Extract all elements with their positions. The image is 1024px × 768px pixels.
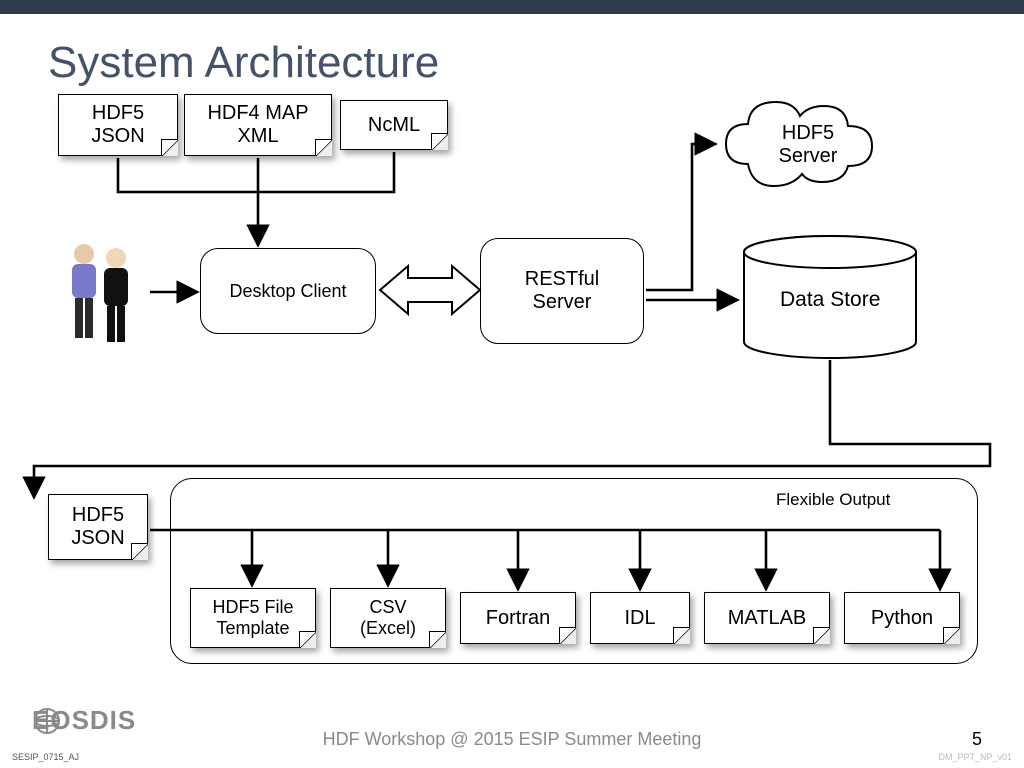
page-number: 5	[972, 729, 982, 750]
connectors	[0, 0, 1024, 768]
footer-caption: HDF Workshop @ 2015 ESIP Summer Meeting	[0, 729, 1024, 750]
footer-code-right: DM_PPT_NP_v01	[938, 752, 1012, 762]
footer-code-left: SESIP_0715_AJ	[12, 752, 79, 762]
